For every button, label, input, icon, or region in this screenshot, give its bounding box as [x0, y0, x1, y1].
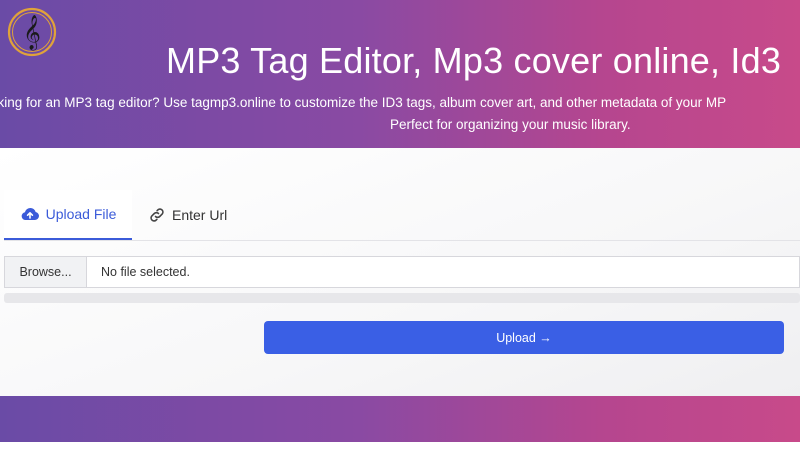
upload-progress-bar	[4, 293, 800, 303]
file-input[interactable]: Browse... No file selected.	[4, 256, 800, 288]
tab-enter-url-label: Enter Url	[172, 207, 228, 223]
svg-text:𝄞: 𝄞	[23, 15, 41, 51]
upload-button[interactable]: Upload →	[264, 321, 784, 354]
treble-clef-logo-icon[interactable]: 𝄞	[6, 6, 58, 58]
file-status: No file selected.	[101, 265, 190, 279]
cloud-upload-icon	[20, 206, 40, 222]
browse-button[interactable]: Browse...	[5, 257, 87, 287]
page-title: MP3 Tag Editor, Mp3 cover online, Id3	[166, 40, 782, 81]
tab-upload-file-label: Upload File	[45, 206, 117, 222]
subtitle-line-2: Perfect for organizing your music librar…	[390, 117, 631, 132]
tab-upload-file[interactable]: Upload File	[4, 190, 132, 240]
tab-enter-url[interactable]: Enter Url	[148, 190, 227, 240]
link-icon	[148, 206, 166, 224]
footer-band	[0, 396, 800, 442]
subtitle-line-1: oking for an MP3 tag editor? Use tagmp3.…	[0, 95, 727, 110]
page-bottom	[0, 442, 800, 450]
hero-banner: 𝄞 MP3 Tag Editor, Mp3 cover online, Id3 …	[0, 0, 800, 148]
upload-tabs: Upload File Enter Url	[4, 190, 800, 241]
upload-card: Upload File Enter Url Browse... No file …	[0, 148, 800, 396]
